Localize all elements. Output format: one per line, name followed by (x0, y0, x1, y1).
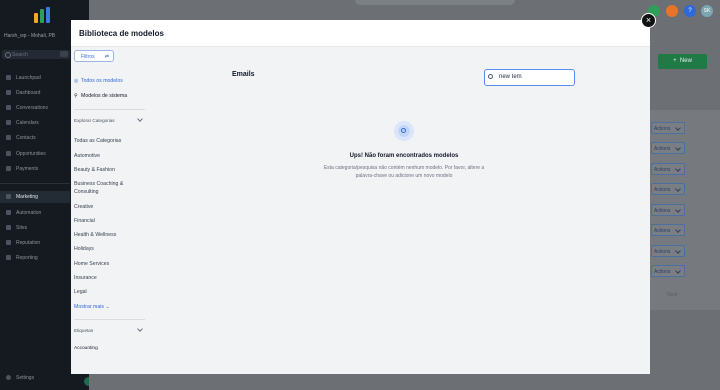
filter-sliders-icon: ⇄ (104, 54, 109, 60)
template-library-modal: Biblioteca de modelos (71, 20, 650, 374)
pagination-next[interactable]: Next (667, 292, 677, 298)
actions-dropdown[interactable]: Actions (651, 122, 685, 134)
divider (74, 109, 145, 110)
system-templates-link[interactable]: ⚲ Modelos de sistema (74, 93, 127, 99)
new-button[interactable]: + New (658, 54, 707, 69)
sidebar-item-dashboard[interactable]: Dashboard (0, 87, 70, 99)
chevron-down-icon (137, 116, 143, 122)
new-button-label: New (679, 58, 692, 64)
all-templates-link[interactable]: ◎ Todos os modelos (74, 78, 123, 84)
keyboard-shortcut-icon (60, 51, 68, 57)
sidebar-item-marketing[interactable]: Marketing (0, 191, 70, 203)
filters-button[interactable]: Filtros ⇄ (74, 50, 114, 62)
sidebar-item-payments[interactable]: Payments (0, 163, 70, 175)
modal-header: Biblioteca de modelos (71, 20, 650, 47)
system-templates-label: Modelos de sistema (81, 93, 128, 99)
category-item[interactable]: Holidays (74, 246, 94, 252)
filter-panel: Filtros ⇄ ◎ Todos os modelos ⚲ Modelos de … (71, 45, 145, 365)
all-templates-label: Todos os modelos (81, 78, 123, 84)
category-item[interactable]: Legal (74, 289, 87, 295)
actions-dropdown[interactable]: Actions (651, 265, 685, 277)
tags-toggle[interactable]: Etiquetas (74, 326, 144, 333)
filters-label: Filtros (81, 54, 95, 60)
category-item[interactable]: Health & Wellness (74, 232, 116, 238)
search-icon (488, 74, 493, 79)
sidebar-item-sites[interactable]: Sites (0, 222, 70, 234)
actions-dropdown[interactable]: Actions (651, 163, 685, 175)
wrench-icon: ⚲ (74, 93, 78, 99)
sidebar-item-calendars[interactable]: Calendars (0, 117, 70, 129)
actions-dropdown[interactable]: Actions (651, 204, 685, 216)
show-more-label: Mostrar mais (74, 304, 104, 310)
avatar[interactable]: SK (701, 5, 713, 17)
sidebar-item-automation[interactable]: Automation (0, 207, 70, 219)
location-switcher[interactable]: Harsh_wp - Mohali, PB (4, 33, 55, 39)
notification-bell-icon[interactable] (666, 5, 678, 17)
explore-categories-label: Explorar Categorias (74, 118, 115, 123)
sidebar-item-settings[interactable]: Settings (0, 375, 70, 381)
category-item[interactable]: Home Services (74, 261, 109, 267)
tags-label: Etiquetas (74, 328, 94, 333)
help-icon[interactable]: ? (684, 5, 696, 17)
show-more-link[interactable]: Mostrar mais ⌄ (74, 304, 110, 310)
sidebar-item-opportunities[interactable]: Opportunities (0, 148, 70, 160)
explore-categories-toggle[interactable]: Explorar Categorias (74, 116, 144, 123)
actions-dropdown[interactable]: Actions (651, 245, 685, 257)
category-item[interactable]: Financial (74, 218, 95, 224)
topbar-pill (355, 0, 515, 5)
category-item[interactable]: Automotive (74, 153, 100, 159)
category-item-continuation[interactable]: Consulting (74, 189, 99, 195)
actions-dropdown[interactable]: Actions (651, 224, 685, 236)
actions-dropdown[interactable]: Actions (651, 142, 685, 154)
category-item[interactable]: Todas as Categorias (74, 138, 121, 144)
sidebar-item-reputation[interactable]: Reputation (0, 237, 70, 249)
app-logo-icon (34, 7, 52, 23)
divider (74, 319, 145, 320)
category-item[interactable]: Business Coaching & (74, 181, 123, 187)
check-circle-icon: ◎ (74, 78, 79, 84)
sidebar-item-conversations[interactable]: Conversations (0, 102, 70, 114)
category-item[interactable]: Insurance (74, 275, 97, 281)
tag-item[interactable]: Accounting (74, 346, 98, 351)
category-item[interactable]: Beauty & Fashion (74, 167, 115, 173)
sidebar-item-contacts[interactable]: Contacts (0, 132, 70, 144)
chevron-down-icon (137, 326, 143, 332)
chevron-down-icon: ⌄ (105, 304, 110, 310)
category-item[interactable]: Creative (74, 204, 93, 210)
actions-dropdown[interactable]: Actions (651, 183, 685, 195)
sidebar-divider (0, 183, 70, 184)
modal-title: Biblioteca de modelos (79, 29, 164, 38)
close-modal-button[interactable]: × (641, 13, 656, 28)
sidebar-item-reporting[interactable]: Reporting (0, 252, 70, 264)
sidebar-item-launchpad[interactable]: Launchpad (0, 72, 70, 84)
